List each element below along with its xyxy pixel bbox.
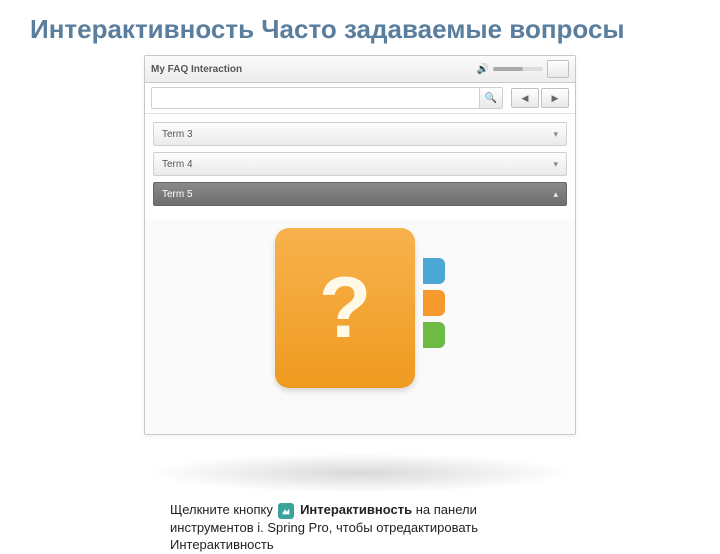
terms-list: Term 3 ▾ Term 4 ▾ Term 5 ▴ — [145, 114, 575, 220]
term-label: Term 5 — [162, 189, 193, 200]
term-row-active[interactable]: Term 5 ▴ — [153, 182, 567, 206]
volume-slider[interactable] — [493, 67, 543, 71]
chevron-up-icon: ▴ — [553, 189, 558, 200]
header-controls: 🔊 — [477, 60, 569, 78]
page-title: Интерактивность Часто задаваемые вопросы — [30, 14, 720, 45]
faq-illustration: ? — [275, 224, 445, 404]
volume-icon[interactable]: 🔊 — [477, 64, 489, 75]
search-input[interactable] — [151, 87, 479, 109]
tab-orange — [423, 290, 445, 316]
instruction-bold: Интерактивность — [300, 502, 412, 517]
options-button[interactable] — [547, 60, 569, 78]
search-button[interactable]: 🔍 — [479, 87, 503, 109]
search-row: 🔍 ◀ ▶ — [145, 83, 575, 114]
tab-blue — [423, 258, 445, 284]
app-header: My FAQ Interaction 🔊 — [145, 56, 575, 83]
interactivity-icon — [278, 503, 294, 519]
tab-green — [423, 322, 445, 348]
app-frame: My FAQ Interaction 🔊 🔍 ◀ ▶ Term 3 ▾ Term… — [144, 55, 576, 435]
search-icon: 🔍 — [485, 93, 497, 104]
reflection-shadow — [145, 453, 575, 493]
faq-card: ? — [275, 228, 415, 388]
term-row[interactable]: Term 3 ▾ — [153, 122, 567, 146]
nav-next-button[interactable]: ▶ — [541, 88, 569, 108]
search-box: 🔍 — [151, 87, 503, 109]
nav-prev-button[interactable]: ◀ — [511, 88, 539, 108]
app-title: My FAQ Interaction — [151, 64, 242, 75]
nav-buttons: ◀ ▶ — [511, 88, 569, 108]
instruction-prefix: Щелкните кнопку — [170, 502, 276, 517]
chevron-down-icon: ▾ — [553, 129, 558, 140]
term-content: ? — [145, 220, 575, 434]
term-row[interactable]: Term 4 ▾ — [153, 152, 567, 176]
term-label: Term 3 — [162, 129, 193, 140]
instruction-text: Щелкните кнопку Интерактивность на панел… — [170, 501, 550, 554]
question-mark-icon: ? — [319, 265, 372, 351]
term-label: Term 4 — [162, 159, 193, 170]
chevron-down-icon: ▾ — [553, 159, 558, 170]
